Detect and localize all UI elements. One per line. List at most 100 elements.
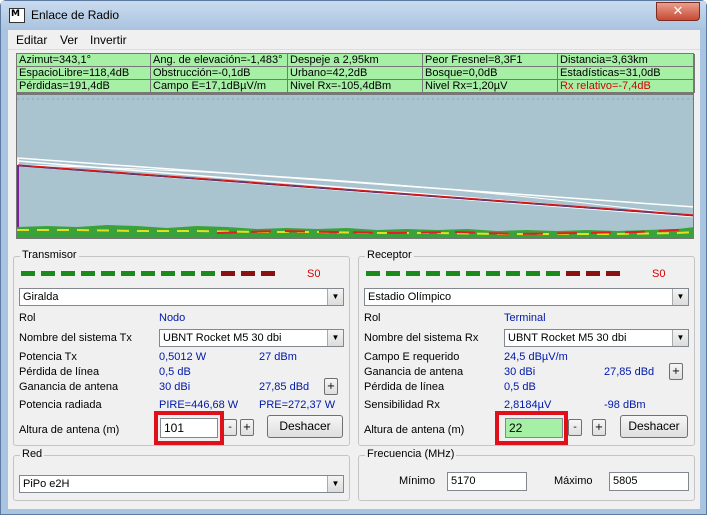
tx-ganancia-label: Ganancia de antena bbox=[19, 381, 119, 393]
meter-segment bbox=[586, 271, 600, 276]
tx-potencia-label: Potencia Tx bbox=[19, 351, 77, 363]
rx-ganancia-plus-button[interactable]: + bbox=[669, 363, 683, 380]
close-button[interactable]: ✕ bbox=[656, 2, 700, 21]
meter-segment bbox=[121, 271, 135, 276]
meter-segment bbox=[261, 271, 275, 276]
tx-perdida-value: 0,5 dB bbox=[159, 366, 191, 378]
tx-altura-label: Altura de antena (m) bbox=[19, 424, 120, 436]
meter-segment bbox=[426, 271, 440, 276]
rx-altura-highlight bbox=[495, 411, 568, 445]
stat-cell: Bosque=0,0dB bbox=[423, 67, 558, 80]
tx-radiada-label: Potencia radiada bbox=[19, 399, 102, 411]
chevron-down-icon[interactable]: ▼ bbox=[672, 330, 688, 346]
rx-system-select[interactable]: UBNT Rocket M5 30 dbi ▼ bbox=[504, 329, 689, 347]
stat-cell: Rx relativo=-7,4dB bbox=[558, 80, 695, 93]
meter-segment bbox=[446, 271, 460, 276]
tx-ganancia-dbd: 27,85 dBd bbox=[259, 381, 310, 393]
rx-altura-minus-button[interactable]: - bbox=[568, 419, 582, 436]
freq-max-input[interactable]: 5805 bbox=[609, 472, 689, 491]
meter-segment bbox=[101, 271, 115, 276]
transmisor-group: Transmisor S0 Giralda ▼ Rol Nodo Nombre d… bbox=[13, 249, 350, 446]
tx-altura-minus-button[interactable]: - bbox=[223, 419, 237, 436]
rx-rol-label: Rol bbox=[364, 312, 381, 324]
meter-segment bbox=[526, 271, 540, 276]
tx-potencia-dbm: 27 dBm bbox=[259, 351, 297, 363]
rx-meter-label: S0 bbox=[652, 268, 666, 280]
meter-segment bbox=[61, 271, 75, 276]
menu-ver[interactable]: Ver bbox=[60, 33, 78, 47]
tx-pire: PIRE=446,68 W bbox=[159, 399, 239, 411]
stat-cell: Peor Fresnel=8,3F1 bbox=[423, 54, 558, 67]
rx-undo-button[interactable]: Deshacer bbox=[620, 415, 688, 438]
frecuencia-group: Frecuencia (MHz) Mínimo 5170 Máximo 5805 bbox=[358, 448, 695, 501]
menu-bar: Editar Ver Invertir bbox=[8, 30, 700, 50]
rx-perdida-label: Pérdida de línea bbox=[364, 381, 445, 393]
red-group: Red PiPo e2H ▼ bbox=[13, 448, 350, 501]
chevron-down-icon[interactable]: ▼ bbox=[327, 289, 343, 305]
freq-min-input[interactable]: 5170 bbox=[447, 472, 527, 491]
tx-undo-button[interactable]: Deshacer bbox=[267, 415, 343, 438]
rx-altura-plus-button[interactable]: + bbox=[592, 419, 606, 436]
tx-ganancia-dbi: 30 dBi bbox=[159, 381, 191, 393]
chevron-down-icon[interactable]: ▼ bbox=[672, 289, 688, 305]
stat-cell: EspacioLibre=118,4dB bbox=[17, 67, 151, 80]
rx-station-select[interactable]: Estadio Olímpico ▼ bbox=[364, 288, 689, 306]
meter-segment bbox=[201, 271, 215, 276]
meter-segment bbox=[506, 271, 520, 276]
tx-meter-label: S0 bbox=[307, 268, 321, 280]
stat-cell: Azimut=343,1° bbox=[17, 54, 151, 67]
meter-segment bbox=[386, 271, 400, 276]
tx-altura-highlight bbox=[154, 411, 224, 445]
chevron-down-icon[interactable]: ▼ bbox=[327, 330, 343, 346]
stat-cell: Despeje a 2,95km bbox=[288, 54, 423, 67]
rx-ganancia-label: Ganancia de antena bbox=[364, 366, 464, 378]
tx-rol-label: Rol bbox=[19, 312, 36, 324]
app-icon: M bbox=[9, 8, 25, 23]
tx-perdida-label: Pérdida de línea bbox=[19, 366, 100, 378]
client-area: Editar Ver Invertir Azimut=343,1° Ang. de… bbox=[8, 30, 700, 509]
rx-altura-label: Altura de antena (m) bbox=[364, 424, 465, 436]
meter-segment bbox=[546, 271, 560, 276]
chevron-down-icon[interactable]: ▼ bbox=[327, 476, 343, 492]
tx-station-select[interactable]: Giralda ▼ bbox=[19, 288, 344, 306]
window-title: Enlace de Radio bbox=[31, 8, 120, 22]
menu-editar[interactable]: Editar bbox=[16, 33, 47, 47]
stat-cell: Nivel Rx=-105,4dBm bbox=[288, 80, 423, 93]
meter-segment bbox=[566, 271, 580, 276]
tx-system-label: Nombre del sistema Tx bbox=[19, 332, 132, 344]
meter-segment bbox=[606, 271, 620, 276]
stat-cell: Distancia=3,63km bbox=[558, 54, 695, 67]
stat-cell: Urbano=42,2dB bbox=[288, 67, 423, 80]
menu-invertir[interactable]: Invertir bbox=[90, 33, 127, 47]
terrain-profile bbox=[16, 94, 694, 239]
network-select[interactable]: PiPo e2H ▼ bbox=[19, 475, 344, 493]
tx-ganancia-plus-button[interactable]: + bbox=[324, 378, 338, 395]
radio-link-window: M Enlace de Radio ✕ Editar Ver Invertir … bbox=[0, 0, 707, 515]
meter-segment bbox=[41, 271, 55, 276]
stat-cell: Estadísticas=31,0dB bbox=[558, 67, 695, 80]
meter-segment bbox=[221, 271, 235, 276]
link-stats-panel: Azimut=343,1° Ang. de elevación=-1,483° De… bbox=[16, 53, 695, 94]
tx-signal-meter bbox=[21, 271, 301, 276]
tx-altura-plus-button[interactable]: + bbox=[240, 419, 254, 436]
stat-cell: Pérdidas=191,4dB bbox=[17, 80, 151, 93]
tx-pre: PRE=272,37 W bbox=[259, 399, 336, 411]
meter-segment bbox=[81, 271, 95, 276]
red-label: Red bbox=[20, 448, 45, 460]
rx-ganancia-dbi: 30 dBi bbox=[504, 366, 536, 378]
rx-campo-value: 24,5 dBµV/m bbox=[504, 351, 568, 363]
transmisor-label: Transmisor bbox=[20, 249, 79, 261]
rx-system-label: Nombre del sistema Rx bbox=[364, 332, 479, 344]
tx-rol-value: Nodo bbox=[159, 312, 186, 324]
rx-perdida-value: 0,5 dB bbox=[504, 381, 536, 393]
meter-segment bbox=[181, 271, 195, 276]
stat-cell: Ang. de elevación=-1,483° bbox=[151, 54, 288, 67]
tx-system-select[interactable]: UBNT Rocket M5 30 dbi ▼ bbox=[159, 329, 344, 347]
title-bar[interactable]: M Enlace de Radio ✕ bbox=[1, 1, 706, 30]
rx-sens-dbm: -98 dBm bbox=[604, 399, 646, 411]
stat-cell: Campo E=17,1dBµV/m bbox=[151, 80, 288, 93]
freq-min-label: Mínimo bbox=[399, 475, 436, 487]
rx-rol-value: Terminal bbox=[504, 312, 546, 324]
meter-segment bbox=[366, 271, 380, 276]
meter-segment bbox=[161, 271, 175, 276]
